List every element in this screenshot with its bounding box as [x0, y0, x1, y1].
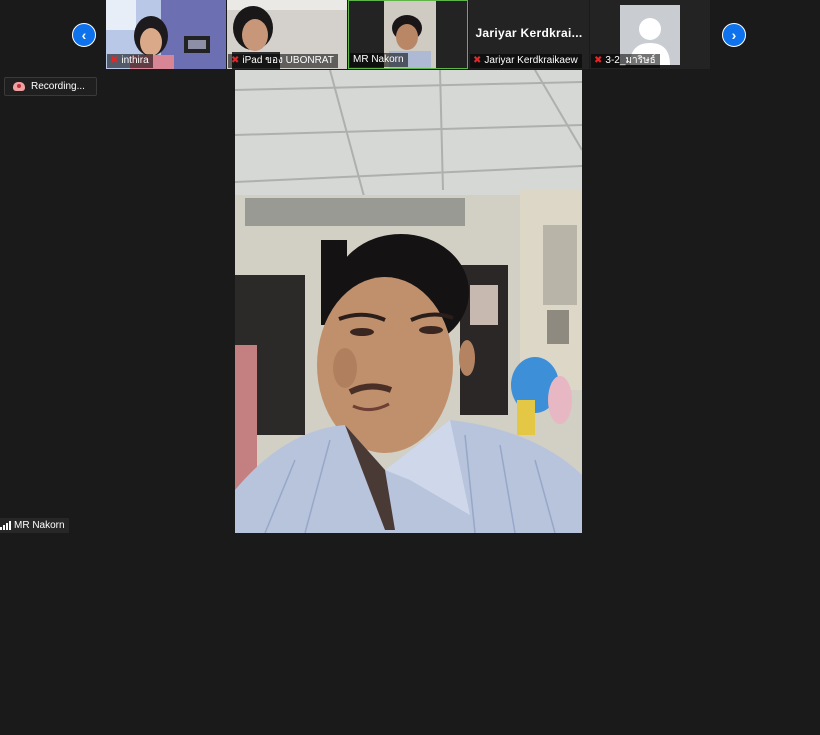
- cloud-recording-icon: [13, 82, 25, 91]
- participant-tile-ubonrat[interactable]: ✖ iPad ของ UBONRAT: [227, 0, 347, 69]
- participant-tile-3-2[interactable]: ✖ 3-2_มาริษธ์: [590, 0, 710, 69]
- participant-name-label: ✖ 3-2_มาริษธ์: [591, 54, 660, 68]
- participant-tile-jariyar[interactable]: Jariyar Kerdkrai... ✖ Jariyar Kerdkraika…: [469, 0, 589, 69]
- chevron-left-icon: ‹: [81, 27, 87, 43]
- participant-tile-mr-nakorn[interactable]: MR Nakorn: [348, 0, 468, 69]
- participant-name-label: ✖ inthira: [107, 54, 153, 68]
- speaker-video-frame: [235, 70, 582, 533]
- mic-muted-icon: ✖: [231, 55, 240, 66]
- participant-display-name: Jariyar Kerdkrai...: [475, 26, 583, 40]
- active-speaker-video[interactable]: [235, 70, 582, 533]
- recording-label: Recording...: [31, 81, 85, 92]
- participant-name-label: ✖ Jariyar Kerdkraikaew: [470, 54, 582, 68]
- previous-page-button[interactable]: ‹: [72, 23, 96, 47]
- recording-indicator[interactable]: Recording...: [4, 77, 97, 96]
- mic-muted-icon: ✖: [110, 55, 119, 66]
- next-page-button[interactable]: ›: [722, 23, 746, 47]
- chevron-right-icon: ›: [731, 27, 737, 43]
- mic-muted-icon: ✖: [473, 55, 482, 66]
- participant-name-label: ✖ iPad ของ UBONRAT: [228, 54, 338, 68]
- signal-strength-icon: [0, 521, 11, 530]
- active-speaker-label: MR Nakorn: [0, 518, 69, 533]
- participant-strip: ‹ ✖ inthira ✖ iPad ของ UBONRAT MR Nakorn…: [0, 0, 820, 70]
- participant-name-label: MR Nakorn: [350, 53, 408, 67]
- mic-muted-icon: ✖: [594, 55, 603, 66]
- participant-tile-inthira[interactable]: ✖ inthira: [106, 0, 226, 69]
